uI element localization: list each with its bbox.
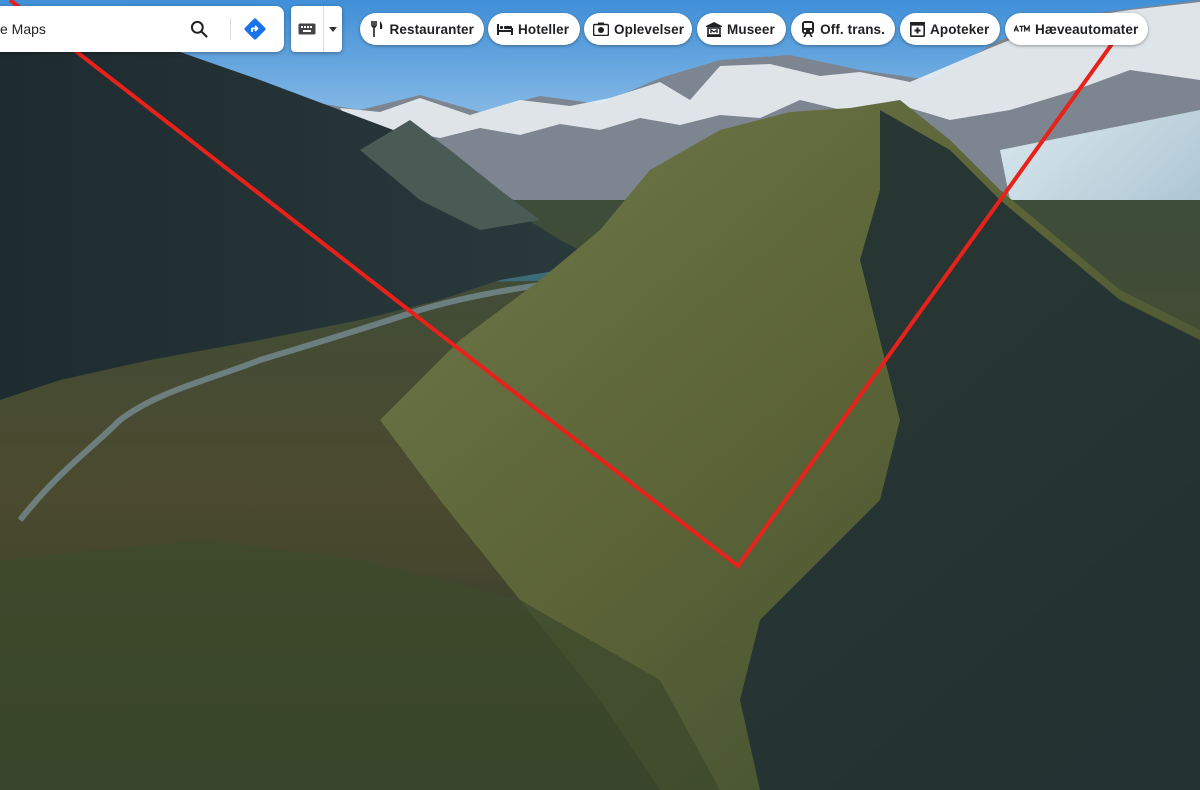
atm-icon [1014, 21, 1030, 37]
keyboard-button[interactable] [291, 6, 323, 52]
chip-hotels[interactable]: Hoteller [488, 13, 580, 45]
chip-restaurants[interactable]: Restauranter [360, 13, 484, 45]
chip-atms[interactable]: Hæveautomater [1005, 13, 1148, 45]
chip-label: Hæveautomater [1035, 21, 1139, 37]
chip-label: Restauranter [389, 21, 474, 37]
chip-label: Hoteller [518, 21, 570, 37]
search-icon [190, 20, 208, 38]
museum-icon [706, 21, 722, 37]
divider [230, 18, 231, 40]
directions-button[interactable] [242, 16, 268, 42]
input-tools-dropdown[interactable] [324, 6, 342, 52]
pharmacy-icon [909, 21, 925, 37]
chip-museums[interactable]: Museer [697, 13, 786, 45]
chip-pharmacies[interactable]: Apoteker [900, 13, 1000, 45]
caret-down-icon [329, 26, 337, 32]
keyboard-icon [298, 23, 316, 35]
map-3d-view[interactable] [0, 0, 1200, 790]
camera-icon [593, 21, 609, 37]
chip-label: Oplevelser [614, 21, 685, 37]
search-input[interactable]: e Maps [0, 6, 180, 52]
bed-icon [497, 21, 513, 37]
search-box: e Maps [0, 6, 284, 52]
chip-label: Off. trans. [820, 21, 885, 37]
search-button[interactable] [186, 16, 212, 42]
chip-attractions[interactable]: Oplevelser [584, 13, 692, 45]
directions-icon [244, 18, 266, 40]
input-tools [291, 6, 342, 52]
chip-label: Museer [727, 21, 775, 37]
train-icon [800, 21, 815, 37]
fork-knife-icon [369, 21, 385, 37]
chip-transit[interactable]: Off. trans. [791, 13, 895, 45]
chip-label: Apoteker [930, 21, 990, 37]
